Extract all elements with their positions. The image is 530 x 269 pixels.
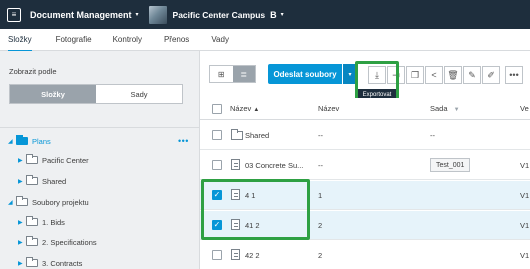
collapse-triangle-icon[interactable]: ◢ — [8, 138, 16, 145]
table-header: Název ▲ Název Sada ▼ Ve — [200, 98, 530, 120]
list-view-icon[interactable]: ≣ — [232, 66, 255, 82]
row-version[interactable]: V1 — [520, 221, 529, 230]
folder-icon — [16, 135, 28, 145]
top-bar: ≡ Document Management ▾ Pacific Center C… — [0, 0, 530, 29]
column-set-label: Sada — [430, 104, 448, 113]
tree-item-contracts[interactable]: ▶ 3. Contracts — [18, 256, 82, 269]
column-name-label: Název — [230, 104, 252, 113]
app-logo-icon[interactable]: ≡ — [7, 7, 21, 22]
file-icon — [231, 249, 240, 260]
expand-triangle-icon[interactable]: ▶ — [18, 157, 26, 164]
row-name[interactable]: 03 Concrete Su... — [245, 161, 303, 170]
set-badge: Test_001 — [430, 158, 471, 172]
expand-triangle-icon[interactable]: ▶ — [18, 178, 26, 185]
row-checkbox[interactable] — [212, 130, 222, 140]
tree-item-bids[interactable]: ▶ 1. Bids — [18, 215, 65, 229]
row-version[interactable]: V1 — [520, 161, 529, 170]
sign-icon[interactable]: ✐ — [482, 66, 500, 84]
row-title: -- — [318, 131, 323, 140]
folder-icon — [16, 196, 28, 206]
row-title: -- — [318, 161, 323, 170]
row-version[interactable]: V1 — [520, 251, 529, 260]
row-title: 1 — [318, 191, 323, 200]
project-thumbnail — [148, 5, 167, 24]
row-checkbox[interactable] — [212, 250, 222, 260]
tree-item-pacific-center[interactable]: ▶ Pacific Center — [18, 153, 89, 167]
tree-item-label: Plans — [32, 136, 51, 146]
row-checkbox[interactable] — [212, 160, 222, 170]
table-row[interactable]: 42 2 2 V1 — [200, 241, 530, 269]
tree-item-shared[interactable]: ▶ Shared — [18, 174, 66, 188]
column-version[interactable]: Ve — [520, 104, 529, 113]
edit-icon[interactable]: ✎ — [463, 66, 481, 84]
row-name[interactable]: 42 2 — [245, 251, 260, 260]
more-options-icon[interactable]: ••• — [178, 136, 189, 146]
sort-asc-icon: ▲ — [253, 107, 260, 113]
column-name[interactable]: Název ▲ — [230, 104, 259, 113]
tab-inspections[interactable]: Kontroly — [113, 29, 142, 51]
tree-item-label: 2. Specifications — [42, 237, 97, 247]
collapse-triangle-icon[interactable]: ◢ — [8, 199, 16, 206]
tree-item-label: Shared — [42, 176, 67, 186]
app-title[interactable]: Document Management — [30, 10, 132, 20]
tree-item-plans[interactable]: ◢ Plans — [8, 134, 51, 148]
expand-triangle-icon[interactable]: ▶ — [18, 219, 26, 226]
delete-icon[interactable]: 🗑 — [444, 66, 462, 84]
row-title: 2 — [318, 221, 323, 230]
expand-triangle-icon[interactable]: ▶ — [18, 260, 26, 267]
tab-photos[interactable]: Fotografie — [56, 29, 92, 51]
project-b-icon: B — [270, 9, 277, 20]
view-mode-toggle: ⊞ ≣ — [209, 65, 256, 83]
tree-item-specifications[interactable]: ▶ 2. Specifications — [18, 235, 97, 249]
upload-files-button[interactable]: Odeslat soubory — [268, 64, 342, 84]
row-title: 2 — [318, 251, 323, 260]
row-name[interactable]: Shared — [245, 131, 269, 140]
folder-icon — [26, 154, 38, 164]
view-by-sets-button[interactable]: Sady — [96, 85, 182, 103]
tree-item-label: 1. Bids — [42, 217, 65, 227]
more-actions-icon[interactable]: ••• — [505, 66, 523, 84]
select-all-checkbox[interactable] — [212, 104, 222, 114]
view-by-label: Zobrazit podle — [9, 67, 57, 76]
file-icon — [231, 159, 240, 170]
sidebar-divider — [0, 127, 200, 128]
filter-icon[interactable]: ▼ — [454, 107, 460, 113]
folder-icon — [26, 236, 38, 246]
tab-transfer[interactable]: Přenos — [164, 29, 189, 51]
view-by-toggle: Složky Sady — [9, 84, 183, 104]
folder-icon — [26, 257, 38, 267]
folder-icon — [231, 129, 243, 140]
tree-item-label: Pacific Center — [42, 155, 89, 165]
share-icon[interactable]: < — [425, 66, 443, 84]
column-title[interactable]: Název — [318, 104, 339, 113]
selection-highlight-box — [201, 179, 310, 240]
tab-folders[interactable]: Složky — [8, 29, 32, 52]
project-name[interactable]: Pacific Center Campus — [173, 10, 266, 20]
tree-item-label: 3. Contracts — [42, 258, 83, 268]
tab-defects[interactable]: Vady — [211, 29, 229, 51]
tree-item-label: Soubory projektu — [32, 197, 89, 207]
row-set: -- — [430, 131, 435, 140]
folder-icon — [26, 216, 38, 226]
expand-triangle-icon[interactable]: ▶ — [18, 239, 26, 246]
table-row[interactable]: Shared -- -- — [200, 121, 530, 150]
grid-view-icon[interactable]: ⊞ — [210, 66, 233, 82]
view-by-folders-button[interactable]: Složky — [10, 85, 96, 103]
app-menu-chevron-icon[interactable]: ▾ — [136, 11, 139, 18]
tab-bar: Složky Fotografie Kontroly Přenos Vady — [0, 29, 530, 52]
project-chevron-icon[interactable]: ▾ — [281, 11, 284, 18]
folder-icon — [26, 175, 38, 185]
tree-item-project-files[interactable]: ◢ Soubory projektu — [8, 195, 89, 209]
column-set[interactable]: Sada ▼ — [430, 104, 460, 113]
row-version[interactable]: V1 — [520, 191, 529, 200]
table-row[interactable]: 03 Concrete Su... -- Test_001 V1 — [200, 151, 530, 180]
copy-icon[interactable]: ❐ — [406, 66, 424, 84]
